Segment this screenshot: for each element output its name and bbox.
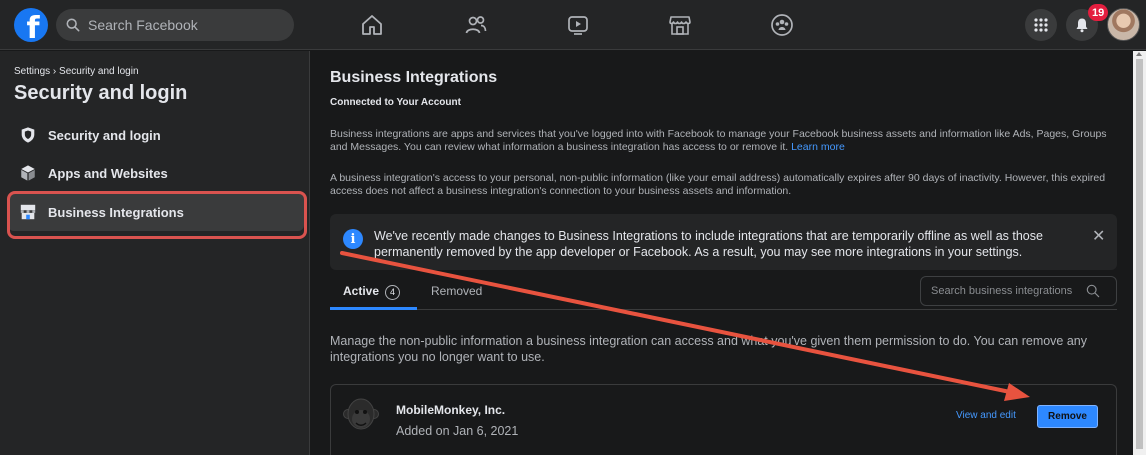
info-icon: i [343,229,363,249]
page-title: Business Integrations [330,69,498,86]
notice-text: We've recently made changes to Business … [374,229,1043,259]
scrollbar[interactable] [1133,51,1146,455]
view-and-edit-link[interactable]: View and edit [956,410,1016,421]
breadcrumb[interactable]: Settings › Security and login [14,66,139,77]
settings-sidebar [0,51,310,455]
active-tab-indicator [330,307,417,310]
notification-badge: 19 [1088,4,1109,21]
sidebar-item-label: Security and login [48,127,161,143]
cube-icon [18,163,38,183]
friends-icon[interactable] [463,12,489,38]
manage-description: Manage the non-public information a busi… [330,334,1088,364]
sidebar-item-security-and-login[interactable]: Security and login [8,116,304,154]
description-paragraph: Business integrations are apps and servi… [330,128,1107,153]
scrollbar-thumb[interactable] [1136,59,1143,449]
integrations-search-input[interactable] [931,285,1086,297]
learn-more-link[interactable]: Learn more [791,141,845,153]
close-icon[interactable]: ✕ [1092,226,1105,246]
search-icon [1086,284,1100,298]
search-box[interactable] [56,9,294,41]
sidebar-title: Security and login [14,82,188,104]
top-navigation-bar: f 19 [0,0,1146,50]
search-input[interactable] [88,17,268,33]
mobilemonkey-logo-icon [343,398,379,430]
tabs-divider [330,309,1117,310]
tab-count-badge: 4 [385,285,401,300]
sidebar-item-apps-and-websites[interactable]: Apps and Websites [8,154,304,192]
search-icon [66,18,80,32]
highlight-annotation-box [7,191,307,239]
avatar[interactable] [1107,8,1140,41]
expiry-paragraph: A business integration's access to your … [330,172,1106,197]
watch-icon[interactable] [565,12,591,38]
integration-card: MobileMonkey, Inc. Added on Jan 6, 2021 … [330,384,1117,455]
info-notice: i We've recently made changes to Busines… [330,214,1117,270]
page-subtitle: Connected to Your Account [330,97,461,108]
menu-grid-icon[interactable] [1025,9,1057,41]
facebook-logo-icon[interactable]: f [14,8,48,42]
scroll-up-arrow-icon[interactable] [1136,52,1142,56]
home-icon[interactable] [359,12,385,38]
groups-icon[interactable] [769,12,795,38]
integration-name: MobileMonkey, Inc. [396,403,506,417]
sidebar-item-label: Apps and Websites [48,165,168,181]
remove-button[interactable]: Remove [1037,405,1098,428]
integration-added-date: Added on Jan 6, 2021 [396,424,519,438]
shield-icon [18,125,38,145]
tab-removed[interactable]: Removed [431,284,482,298]
integrations-search[interactable] [920,276,1117,306]
tab-active[interactable]: Active 4 [343,284,401,300]
marketplace-icon[interactable] [667,12,693,38]
